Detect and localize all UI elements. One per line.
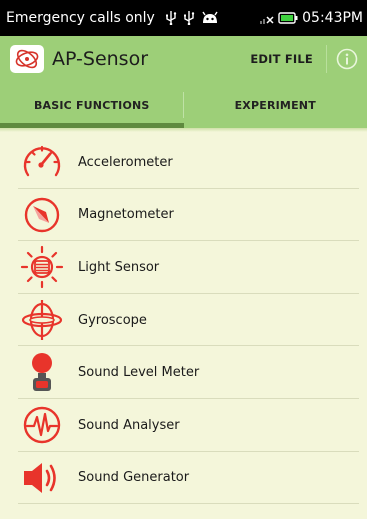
- tab-label: EXPERIMENT: [234, 98, 316, 112]
- list-item-label: Magnetometer: [78, 207, 174, 223]
- info-icon: [336, 48, 358, 70]
- no-signal-icon: [260, 12, 274, 24]
- action-bar: AP-Sensor EDIT FILE: [0, 36, 367, 82]
- tab-experiment[interactable]: EXPERIMENT: [184, 82, 367, 128]
- system-icons: 05:43PM: [260, 10, 363, 26]
- notification-icons: [165, 11, 219, 25]
- list-item-label: Gyroscope: [78, 312, 147, 328]
- list-item-light-sensor[interactable]: Light Sensor: [0, 241, 367, 294]
- clock: 05:43PM: [302, 10, 363, 26]
- list-item-label: Sound Analyser: [78, 417, 180, 433]
- gyroscope-icon: [20, 298, 64, 342]
- usb-icon: [165, 11, 177, 25]
- usb-icon: [183, 11, 195, 25]
- speedometer-icon: [20, 140, 64, 184]
- light-sensor-icon: [20, 245, 64, 289]
- edit-file-button[interactable]: EDIT FILE: [237, 52, 326, 66]
- list-item-sound-generator[interactable]: Sound Generator: [0, 452, 367, 505]
- list-item-magnetometer[interactable]: Magnetometer: [0, 189, 367, 242]
- list-item-label: Light Sensor: [78, 259, 160, 275]
- tab-bar: BASIC FUNCTIONS EXPERIMENT: [0, 82, 367, 128]
- compass-icon: [20, 193, 64, 237]
- android-debug-icon: [201, 11, 219, 25]
- sound-level-meter-icon: [20, 351, 64, 395]
- list-item-label: Sound Generator: [78, 470, 190, 486]
- carrier-text: Emergency calls only: [6, 10, 155, 26]
- speaker-icon: [20, 456, 64, 500]
- list-item-label: Accelerometer: [78, 154, 173, 170]
- tab-label: BASIC FUNCTIONS: [33, 98, 150, 112]
- status-bar: Emergency calls only 05:43PM: [0, 0, 367, 36]
- list-item-label: Sound Level Meter: [78, 365, 200, 381]
- app-screen: Emergency calls only 05:43PM AP-Sensor E…: [0, 0, 367, 519]
- list-item-sound-level-meter[interactable]: Sound Level Meter: [0, 346, 367, 399]
- list-item-accelerometer[interactable]: Accelerometer: [0, 136, 367, 189]
- function-list: Accelerometer Magnetometer Light Sensor …: [0, 136, 367, 504]
- waveform-icon: [20, 403, 64, 447]
- info-button[interactable]: [327, 36, 367, 82]
- list-item-sound-analyser[interactable]: Sound Analyser: [0, 399, 367, 452]
- app-logo-icon[interactable]: [10, 45, 44, 73]
- battery-icon: [278, 12, 298, 24]
- tab-shadow: [0, 128, 367, 132]
- app-title: AP-Sensor: [52, 48, 149, 70]
- list-item-gyroscope[interactable]: Gyroscope: [0, 294, 367, 347]
- tab-basic-functions[interactable]: BASIC FUNCTIONS: [0, 82, 184, 128]
